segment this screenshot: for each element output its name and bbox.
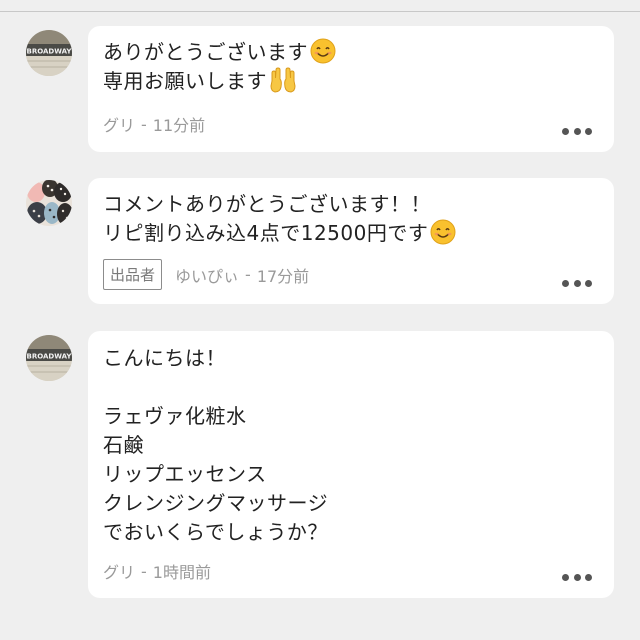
- avatar[interactable]: BROADWAY: [26, 335, 72, 381]
- more-options-icon[interactable]: [562, 127, 592, 135]
- polka-dot-avatar-image: [26, 180, 72, 226]
- comment-line: コメントありがとうございます！！: [103, 192, 431, 216]
- top-divider: [0, 11, 640, 12]
- comment-text: こんにちは！ ラェヴァ化粧水 石鹸 リップエッセンス クレンジングマッサージ で…: [103, 346, 329, 544]
- broadway-sign-avatar-image: BROADWAY: [26, 30, 72, 76]
- comment-time: 17分前: [256, 266, 310, 286]
- comment-line: リピ割り込み込4点で12500円です: [103, 221, 429, 245]
- more-options-icon[interactable]: [562, 573, 592, 581]
- comment-bubble: こんにちは！ ラェヴァ化粧水 石鹸 リップエッセンス クレンジングマッサージ で…: [88, 331, 614, 598]
- avatar[interactable]: BROADWAY: [26, 30, 72, 76]
- comment-bubble: ありがとうございます 専用お願いします グリ - 11分前: [88, 26, 614, 152]
- avatar-sign-text: BROADWAY: [27, 48, 72, 56]
- meta-separator: -: [141, 114, 147, 134]
- smiling-face-emoji: [430, 219, 456, 245]
- comment-bubble: コメントありがとうございます！！ リピ割り込み込4点で12500円です 出品者 ゆ…: [88, 178, 614, 304]
- comment-time: 1時間前: [152, 563, 211, 582]
- comment-meta: グリ - 11分前: [103, 112, 205, 136]
- comment-line: 専用お願いします: [103, 69, 267, 93]
- comment-text: ありがとうございます 専用お願いします: [103, 38, 336, 96]
- comment-meta: 出品者 ゆいぴぃ - 17分前: [103, 259, 309, 290]
- seller-badge: 出品者: [103, 259, 163, 290]
- avatar-sign-text: BROADWAY: [27, 353, 72, 361]
- comment-text: コメントありがとうございます！！ リピ割り込み込4点で12500円です: [103, 190, 456, 248]
- smiling-face-emoji: [310, 38, 336, 64]
- author-name[interactable]: グリ: [103, 112, 135, 136]
- more-options-icon[interactable]: [562, 279, 592, 287]
- meta-separator: -: [245, 265, 251, 284]
- author-name[interactable]: ゆいぴぃ: [175, 263, 239, 287]
- meta-separator: -: [141, 561, 147, 581]
- comment-time: 11分前: [152, 116, 206, 135]
- avatar[interactable]: [26, 180, 72, 226]
- comment-meta: グリ - 1時間前: [103, 559, 211, 583]
- broadway-sign-avatar-image: BROADWAY: [26, 335, 72, 381]
- author-name[interactable]: グリ: [103, 559, 135, 583]
- raised-hands-emoji: [270, 67, 296, 93]
- comment-line: ありがとうございます: [103, 40, 308, 64]
